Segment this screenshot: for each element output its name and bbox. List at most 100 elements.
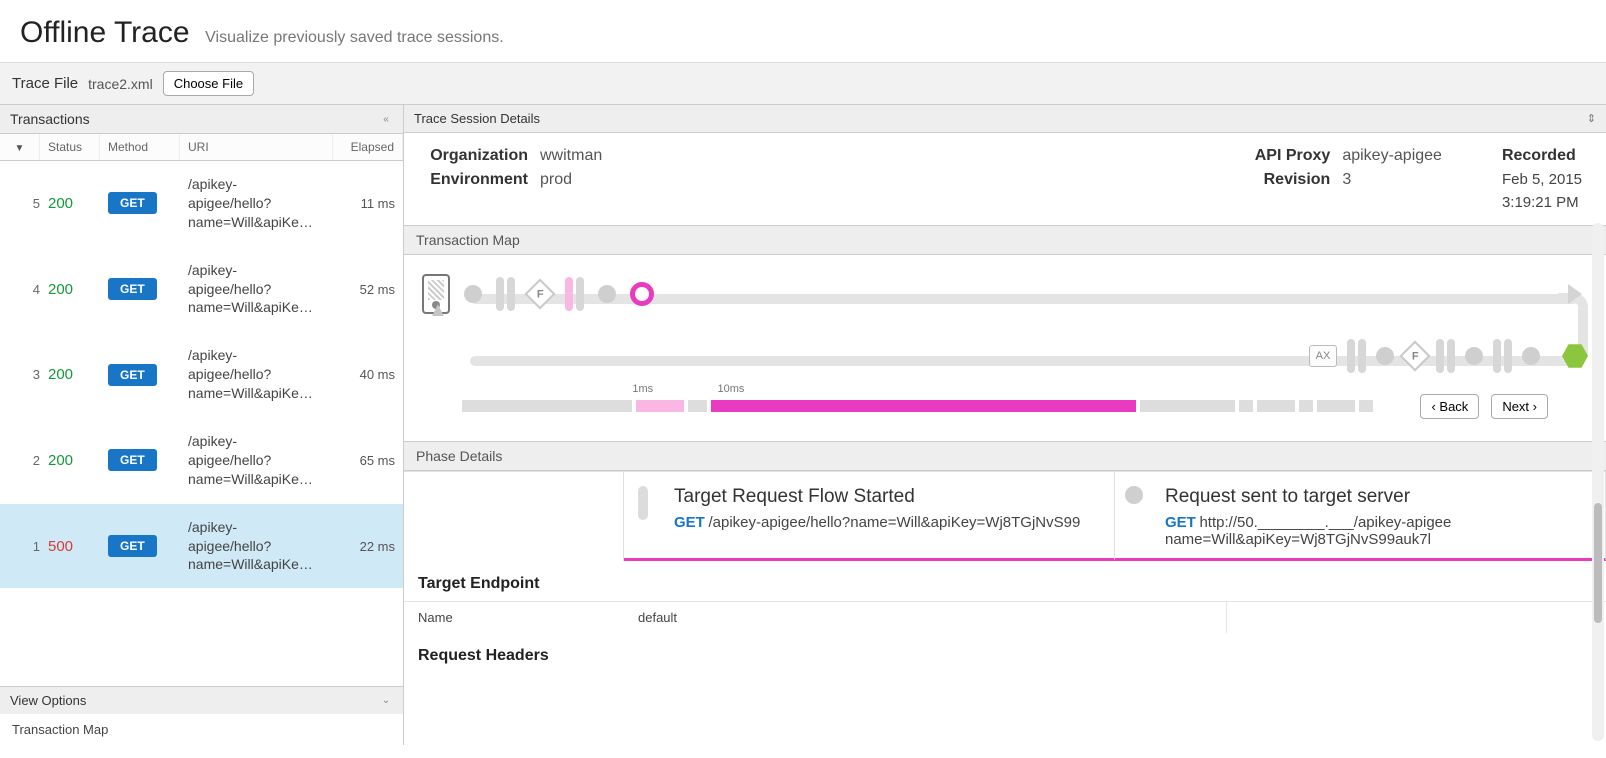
proxy-value: apikey-apigee <box>1342 147 1442 165</box>
tx-elapsed: 11 ms <box>325 196 395 211</box>
tx-status: 500 <box>48 538 108 555</box>
transactions-panel: Transactions « Status Method URI Elapsed… <box>0 105 404 745</box>
tx-index: 5 <box>8 196 48 211</box>
next-button[interactable]: Next › <box>1491 394 1548 419</box>
phase-card[interactable]: Target Request Flow Started GET /apikey-… <box>624 471 1115 561</box>
col-uri[interactable]: URI <box>180 134 333 160</box>
target-endpoint-title: Target Endpoint <box>404 561 1606 601</box>
transactions-title: Transactions <box>10 111 90 127</box>
condition-node-icon[interactable]: F <box>524 278 555 309</box>
arrow-up-icon: ▲ <box>428 299 448 322</box>
details-header: Trace Session Details ⇕ <box>404 105 1606 133</box>
trace-file-name: trace2.xml <box>88 76 153 92</box>
target-node-icon[interactable] <box>1562 343 1588 369</box>
tx-elapsed: 65 ms <box>325 453 395 468</box>
phase-url: http://50.________.___/apikey-apigee nam… <box>1165 514 1451 548</box>
org-value: wwitman <box>540 147 602 165</box>
tx-elapsed: 40 ms <box>325 367 395 382</box>
condition-node-icon[interactable]: F <box>1399 340 1430 371</box>
transactions-rows: 5200GET/apikey- apigee/hello? name=Will&… <box>0 161 403 686</box>
flow-node[interactable] <box>1465 347 1483 365</box>
tx-status: 200 <box>48 281 108 298</box>
env-value: prod <box>540 171 572 189</box>
choose-file-button[interactable]: Choose File <box>163 71 254 96</box>
tx-index: 2 <box>8 453 48 468</box>
flow-node[interactable] <box>1376 347 1394 365</box>
transactions-table-header: Status Method URI Elapsed <box>0 134 403 161</box>
phase-card-title: Request sent to target server <box>1165 486 1587 508</box>
phase-method: GET <box>1165 514 1196 531</box>
recorded-date: Feb 5, 2015 <box>1502 171 1582 188</box>
tx-uri: /apikey- apigee/hello? name=Will&apiKe… <box>188 518 325 575</box>
tx-status: 200 <box>48 195 108 212</box>
tx-uri: /apikey- apigee/hello? name=Will&apiKe… <box>188 432 325 489</box>
timeline: 1ms 10ms ‹ Back <box>422 381 1588 431</box>
col-sort-icon[interactable] <box>0 134 40 160</box>
tx-method: GET <box>108 449 188 471</box>
tx-elapsed: 52 ms <box>325 282 395 297</box>
transactions-panel-header: Transactions « <box>0 105 403 134</box>
phase-dot-icon <box>1125 486 1143 504</box>
phase-details-row: Target Request Flow Started GET /apikey-… <box>404 471 1606 561</box>
flow-segment-icon[interactable] <box>1493 339 1512 373</box>
transaction-row[interactable]: 2200GET/apikey- apigee/hello? name=Will&… <box>0 418 403 504</box>
tx-uri: /apikey- apigee/hello? name=Will&apiKe… <box>188 346 325 403</box>
collapse-left-icon[interactable]: « <box>379 112 393 126</box>
view-options-header[interactable]: View Options ⌄ <box>0 686 403 714</box>
details-title: Trace Session Details <box>414 111 540 126</box>
expand-icon[interactable]: ⇕ <box>1587 112 1596 125</box>
flow-segment-icon[interactable] <box>1436 339 1455 373</box>
tx-status: 200 <box>48 366 108 383</box>
transaction-row[interactable]: 3200GET/apikey- apigee/hello? name=Will&… <box>0 332 403 418</box>
chevron-down-icon[interactable]: ⌄ <box>379 694 393 708</box>
rev-label: Revision <box>1230 171 1330 189</box>
timeline-label-1: 1ms <box>632 383 653 395</box>
flow-node[interactable] <box>598 285 616 303</box>
rev-value: 3 <box>1342 171 1351 189</box>
trace-file-bar: Trace File trace2.xml Choose File <box>0 63 1606 105</box>
timeline-label-2: 10ms <box>718 383 745 395</box>
tx-status: 200 <box>48 452 108 469</box>
recorded-time: 3:19:21 PM <box>1502 194 1582 211</box>
flow-segment-icon[interactable] <box>496 277 515 311</box>
flow-node[interactable] <box>1522 347 1540 365</box>
tx-method: GET <box>108 364 188 386</box>
transaction-row[interactable]: 4200GET/apikey- apigee/hello? name=Will&… <box>0 247 403 333</box>
phase-details-header: Phase Details <box>404 441 1606 471</box>
org-label: Organization <box>428 147 528 165</box>
name-value: default <box>624 602 1226 633</box>
transaction-row[interactable]: 1500GET/apikey- apigee/hello? name=Will&… <box>0 504 403 590</box>
page-subtitle: Visualize previously saved trace session… <box>205 29 504 46</box>
tx-method: GET <box>108 535 188 557</box>
tx-uri: /apikey- apigee/hello? name=Will&apiKe… <box>188 261 325 318</box>
transaction-row[interactable]: 5200GET/apikey- apigee/hello? name=Will&… <box>0 161 403 247</box>
col-method[interactable]: Method <box>100 134 180 160</box>
scrollbar-thumb[interactable] <box>1594 503 1602 623</box>
request-headers-title: Request Headers <box>404 633 1606 673</box>
flow-segment-icon[interactable] <box>565 277 584 311</box>
phase-pill-icon <box>638 486 648 520</box>
scrollbar[interactable] <box>1592 223 1604 741</box>
tx-uri: /apikey- apigee/hello? name=Will&apiKe… <box>188 175 325 232</box>
tx-elapsed: 22 ms <box>325 539 395 554</box>
tx-index: 4 <box>8 282 48 297</box>
tx-index: 1 <box>8 539 48 554</box>
flow-node[interactable] <box>464 285 482 303</box>
page-header: Offline Trace Visualize previously saved… <box>0 0 1606 63</box>
phase-method: GET <box>674 514 705 531</box>
selected-node-icon[interactable] <box>630 282 654 306</box>
flow-segment-icon[interactable] <box>1347 339 1366 373</box>
phase-card-title: Target Request Flow Started <box>674 486 1096 508</box>
kv-row: Name default <box>404 601 1606 633</box>
name-label: Name <box>404 602 624 633</box>
phase-card[interactable]: Request sent to target server GET http:/… <box>1115 471 1606 561</box>
proxy-label: API Proxy <box>1230 147 1330 165</box>
view-options-item[interactable]: Transaction Map <box>0 714 403 745</box>
col-status[interactable]: Status <box>40 134 100 160</box>
col-elapsed[interactable]: Elapsed <box>333 134 403 160</box>
recorded-label: Recorded <box>1502 147 1582 165</box>
transaction-map-header: Transaction Map <box>404 225 1606 255</box>
trace-file-label: Trace File <box>12 75 78 92</box>
back-button[interactable]: ‹ Back <box>1420 394 1479 419</box>
ax-node-icon[interactable]: AX <box>1309 345 1337 367</box>
